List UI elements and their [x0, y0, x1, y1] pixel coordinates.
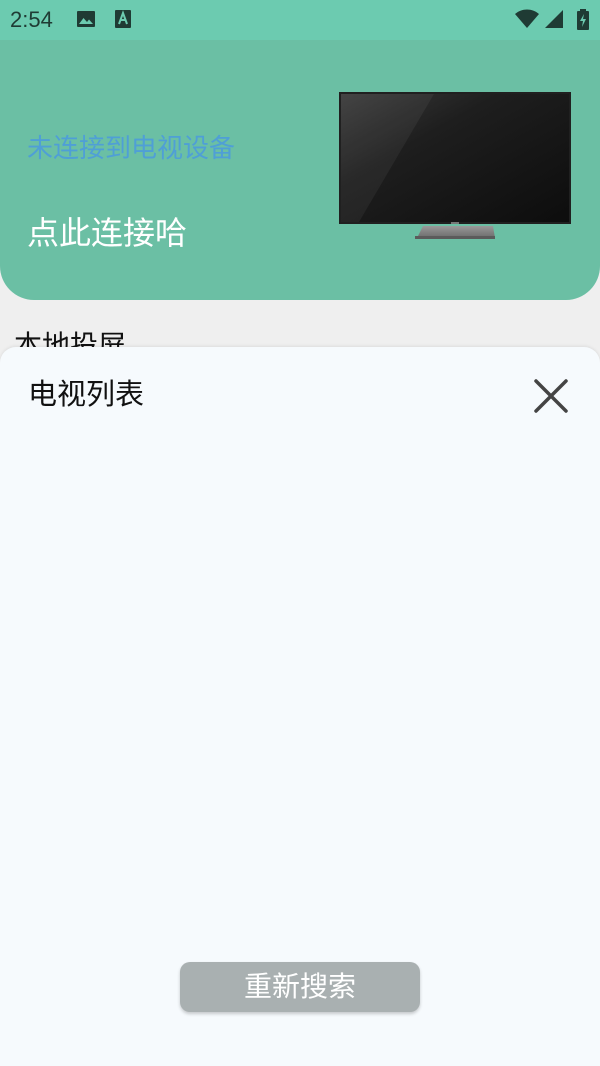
status-bar: 2:54 [0, 0, 600, 40]
sheet-title: 电视列表 [28, 377, 145, 411]
connection-status-text: 未连接到电视设备 [27, 134, 236, 164]
close-icon[interactable] [528, 373, 574, 419]
connect-device-link[interactable]: 点此连接哈 [27, 212, 187, 254]
rescan-button[interactable]: 重新搜索 [180, 962, 420, 1012]
battery-charging-icon [577, 9, 589, 30]
wifi-icon [515, 9, 539, 28]
connection-header-card: 未连接到电视设备 点此连接哈 [0, 40, 600, 300]
tv-list-sheet: 电视列表 重新搜索 [0, 347, 600, 1066]
tv-icon [339, 92, 571, 239]
image-notification-icon [77, 11, 95, 27]
cell-signal-icon [545, 10, 563, 28]
tv-device-list [0, 443, 600, 943]
a-notification-icon [115, 10, 131, 28]
status-time: 2:54 [10, 7, 53, 32]
